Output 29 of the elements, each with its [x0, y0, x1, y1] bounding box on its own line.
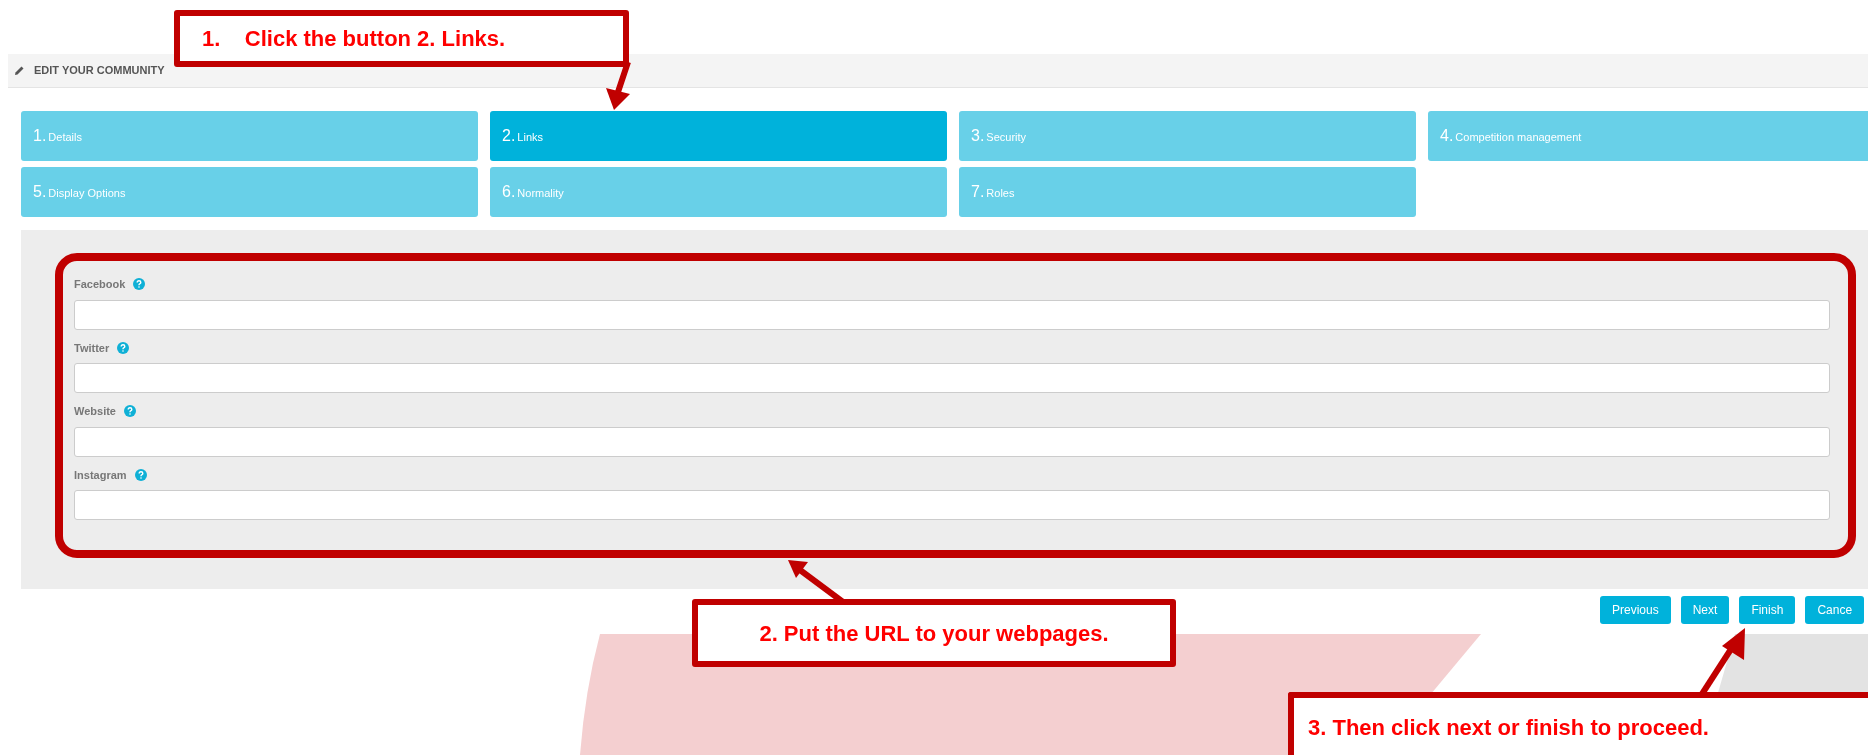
- callout-box: 2. Put the URL to your webpages.: [692, 599, 1176, 667]
- action-button[interactable]: Next: [1680, 596, 1730, 624]
- action-button[interactable]: Finish: [1739, 596, 1796, 624]
- help-icon[interactable]: [134, 468, 147, 481]
- step-tab[interactable]: 2.Links: [490, 111, 947, 161]
- input-field[interactable]: [74, 299, 1830, 330]
- step-tab[interactable]: 3.Security: [959, 111, 1416, 161]
- field-label: Instagram: [74, 467, 127, 483]
- field-label: Website: [74, 404, 116, 419]
- input-field[interactable]: [74, 363, 1830, 393]
- field-label: Facebook: [74, 277, 126, 292]
- step-tab[interactable]: 6.Normality: [490, 167, 947, 217]
- step-tab[interactable]: 4.Competition management: [1428, 111, 1868, 161]
- action-button[interactable]: Previous: [1600, 596, 1671, 624]
- help-icon[interactable]: [124, 405, 136, 418]
- action-button[interactable]: Cance: [1805, 596, 1865, 624]
- input-field[interactable]: [74, 490, 1830, 520]
- help-icon[interactable]: [117, 341, 130, 354]
- help-icon[interactable]: [133, 278, 146, 291]
- arrow: [606, 61, 631, 110]
- callout-box: 3. Then click next or finish to proceed.: [1288, 692, 1868, 755]
- step-tab[interactable]: 5.Display Options: [21, 167, 478, 217]
- header-title: EDIT YOUR COMMUNITY: [34, 63, 165, 79]
- step-tab[interactable]: 7.Roles: [959, 167, 1416, 217]
- step-tab[interactable]: 1.Details: [21, 111, 478, 161]
- pencil-icon: [14, 65, 25, 76]
- input-field[interactable]: [74, 426, 1830, 457]
- field-label: Twitter: [74, 340, 110, 356]
- callout-box: 1. Click the button 2. Links.: [174, 10, 629, 67]
